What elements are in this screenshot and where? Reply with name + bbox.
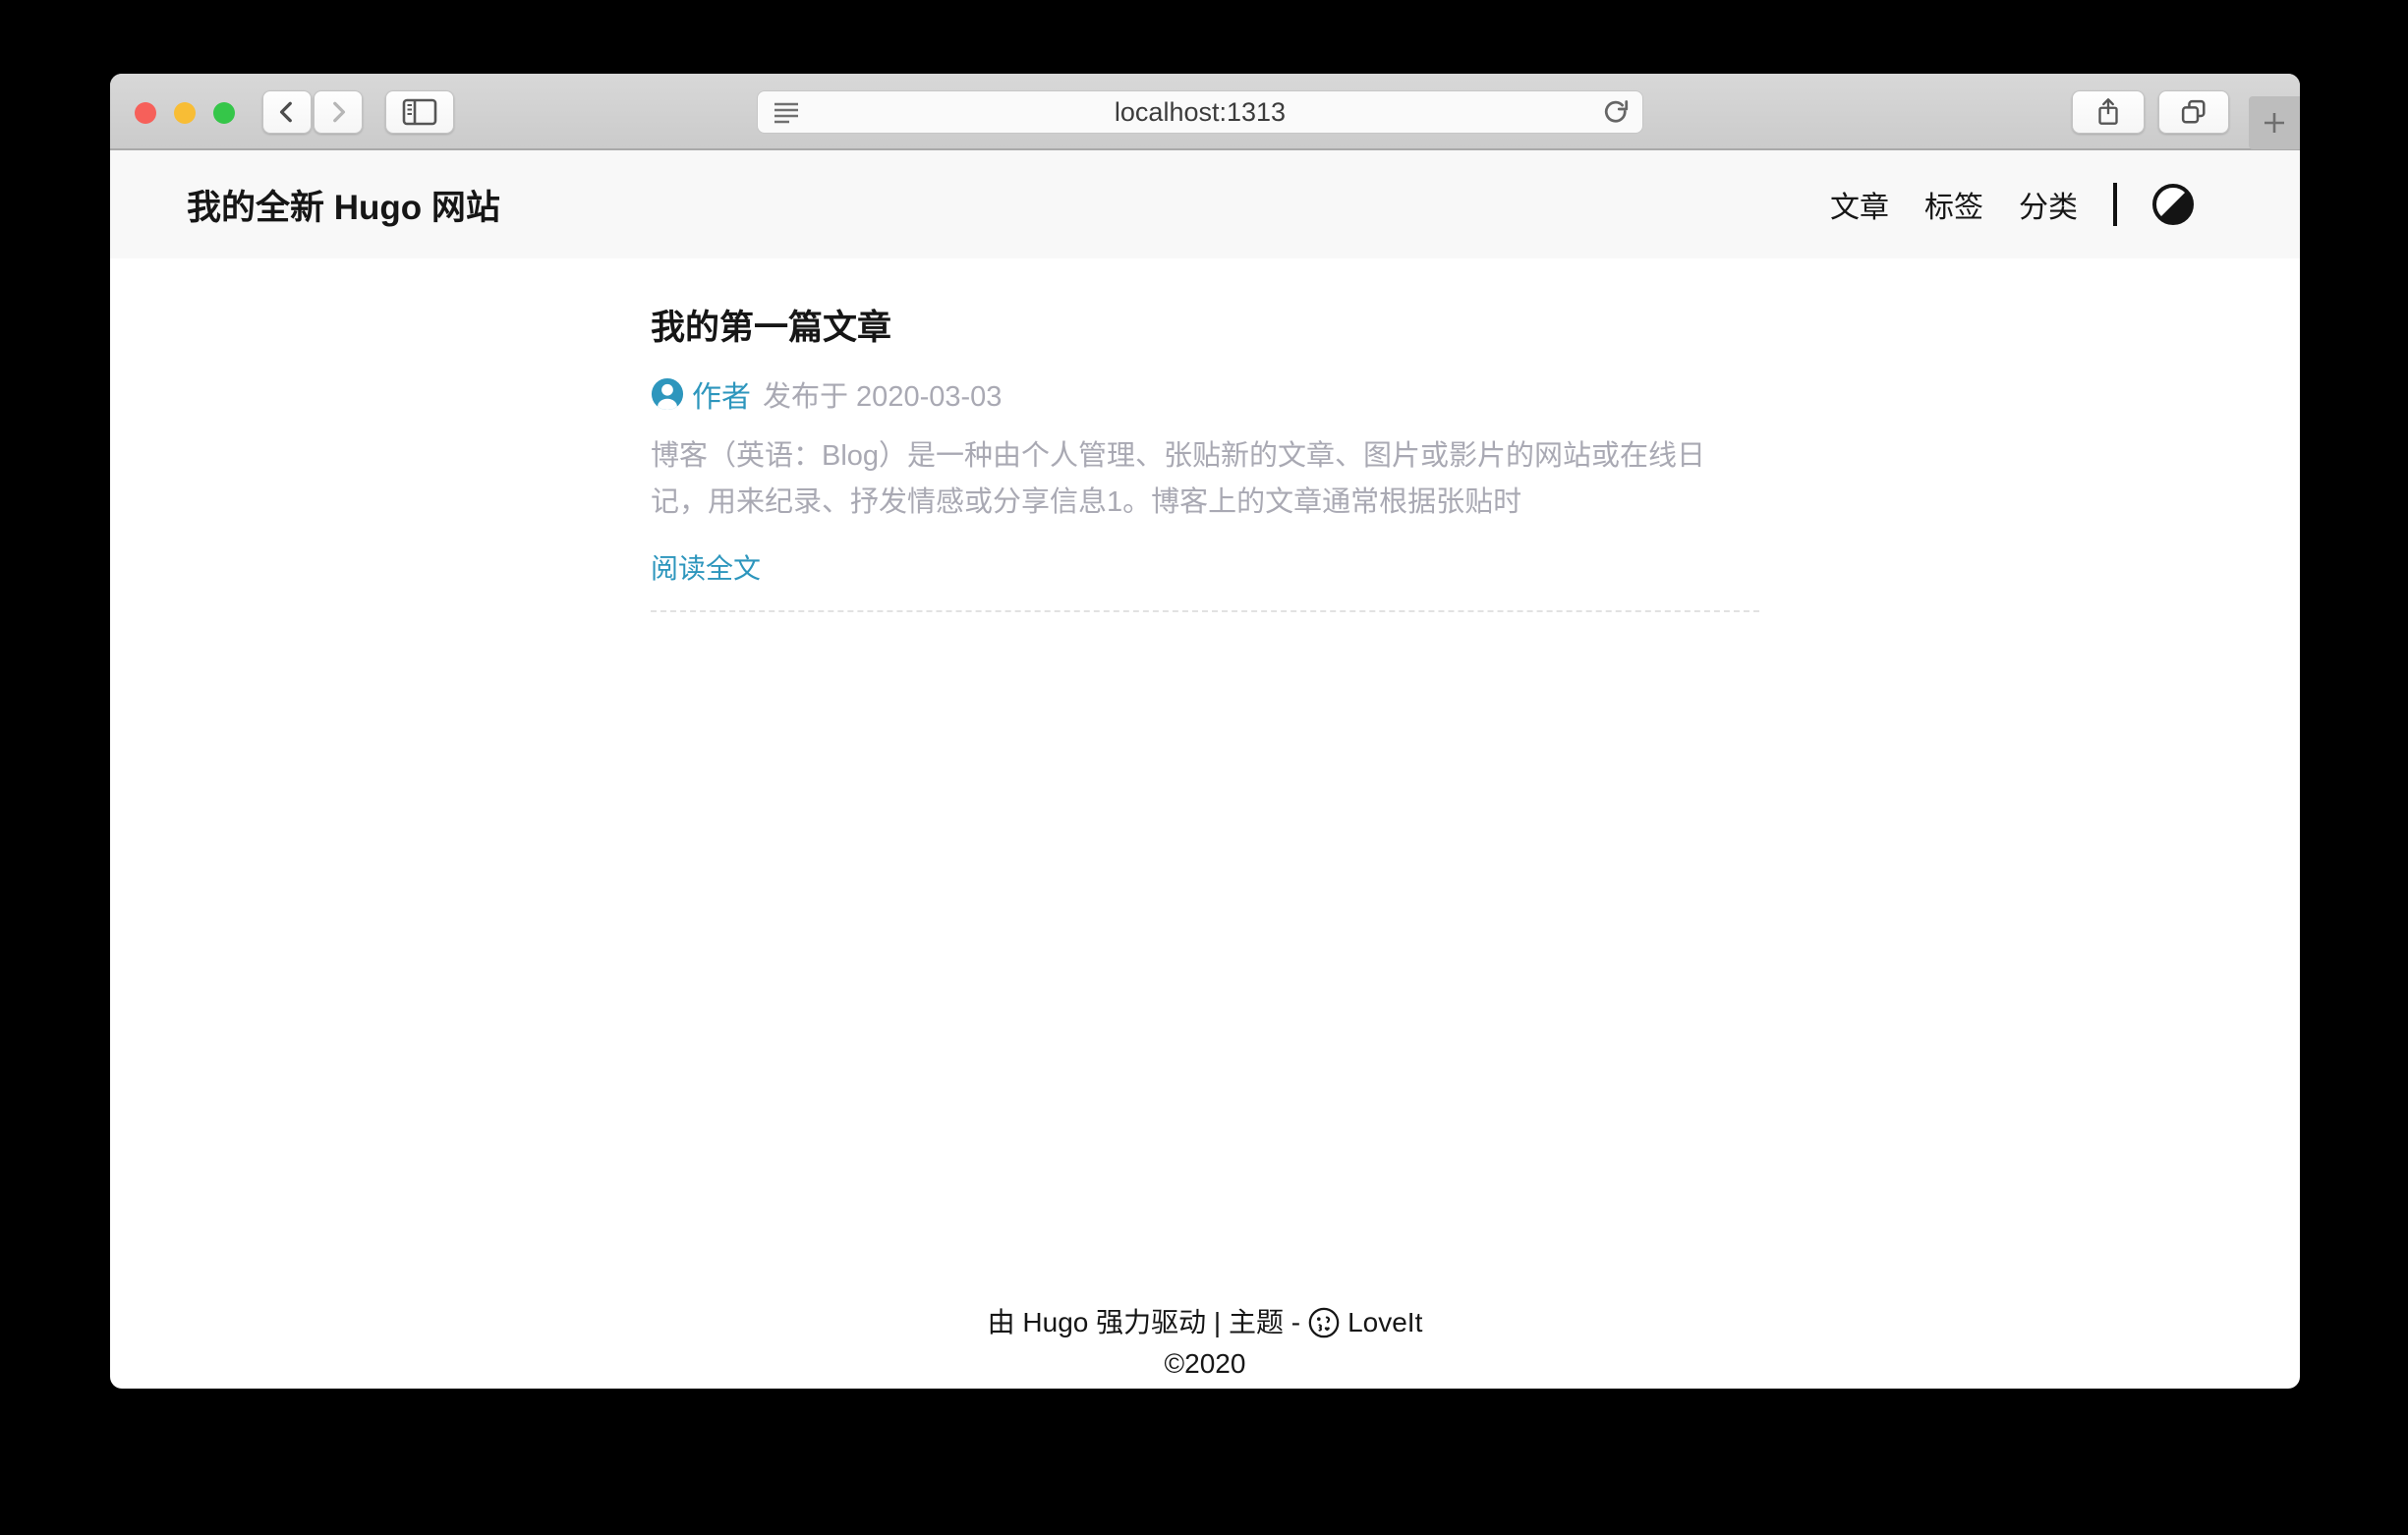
site-header: 我的全新 Hugo 网站 文章 标签 分类 <box>110 150 2300 258</box>
share-icon <box>2093 95 2123 129</box>
site-footer: 由 Hugo 强力驱动 | 主题 - LoveIt ©2020 <box>110 1302 2300 1385</box>
show-all-tabs-button[interactable] <box>2158 90 2229 134</box>
share-button[interactable] <box>2072 90 2145 134</box>
close-window-button[interactable] <box>135 102 156 124</box>
zoom-window-button[interactable] <box>213 102 235 124</box>
nav-item-posts[interactable]: 文章 <box>1830 183 1889 226</box>
theme-toggle-icon[interactable] <box>2152 184 2194 225</box>
nav-item-categories[interactable]: 分类 <box>2019 183 2078 226</box>
forward-button[interactable] <box>314 90 363 134</box>
plus-icon <box>2259 107 2290 139</box>
site-nav: 文章 标签 分类 <box>1830 183 2194 226</box>
author-link[interactable]: 作者 <box>692 372 751 416</box>
post-meta: 作者 发布于 2020-03-03 <box>651 376 1759 412</box>
tabs-icon <box>2178 96 2209 128</box>
back-icon <box>274 97 300 127</box>
nav-item-tags[interactable]: 标签 <box>1924 183 1983 226</box>
footer-powered-line: 由 Hugo 强力驱动 | 主题 - LoveIt <box>110 1302 2300 1343</box>
powered-by-text: 由 Hugo 强力驱动 | 主题 - <box>988 1302 1300 1343</box>
address-bar[interactable]: localhost:1313 <box>757 90 1643 134</box>
page-background: { "colors": { "accent": "#2d96bd", "text… <box>0 0 2408 1535</box>
read-more-link[interactable]: 阅读全文 <box>651 549 761 589</box>
nav-separator <box>2113 183 2117 226</box>
author-avatar-icon <box>651 377 684 411</box>
post-divider <box>651 610 1759 612</box>
sidebar-icon <box>399 95 440 129</box>
post-summary-card: 我的第一篇文章 作者 发布于 2020-03-03 博客（英语：Blog）是一种… <box>651 306 1759 612</box>
kiss-face-icon <box>1307 1306 1341 1339</box>
publish-date: 发布于 2020-03-03 <box>763 373 1002 415</box>
url-text: localhost:1313 <box>758 97 1642 128</box>
window-controls <box>135 102 235 124</box>
theme-name-link[interactable]: LoveIt <box>1347 1302 1422 1343</box>
new-tab-button[interactable] <box>2249 96 2300 149</box>
post-summary-text: 博客（英语：Blog）是一种由个人管理、张贴新的文章、图片或影片的网站或在线日记… <box>651 433 1759 526</box>
sidebar-toggle-button[interactable] <box>385 90 454 134</box>
forward-icon <box>325 97 351 127</box>
back-button[interactable] <box>262 90 312 134</box>
post-title-link[interactable]: 我的第一篇文章 <box>651 306 1759 351</box>
browser-window: localhost:1313 <box>110 74 2300 1389</box>
browser-toolbar: localhost:1313 <box>110 74 2300 150</box>
reload-button[interactable] <box>1601 98 1631 128</box>
site-title-link[interactable]: 我的全新 Hugo 网站 <box>187 180 1830 230</box>
minimize-window-button[interactable] <box>174 102 196 124</box>
copyright-text: ©2020 <box>110 1343 2300 1385</box>
